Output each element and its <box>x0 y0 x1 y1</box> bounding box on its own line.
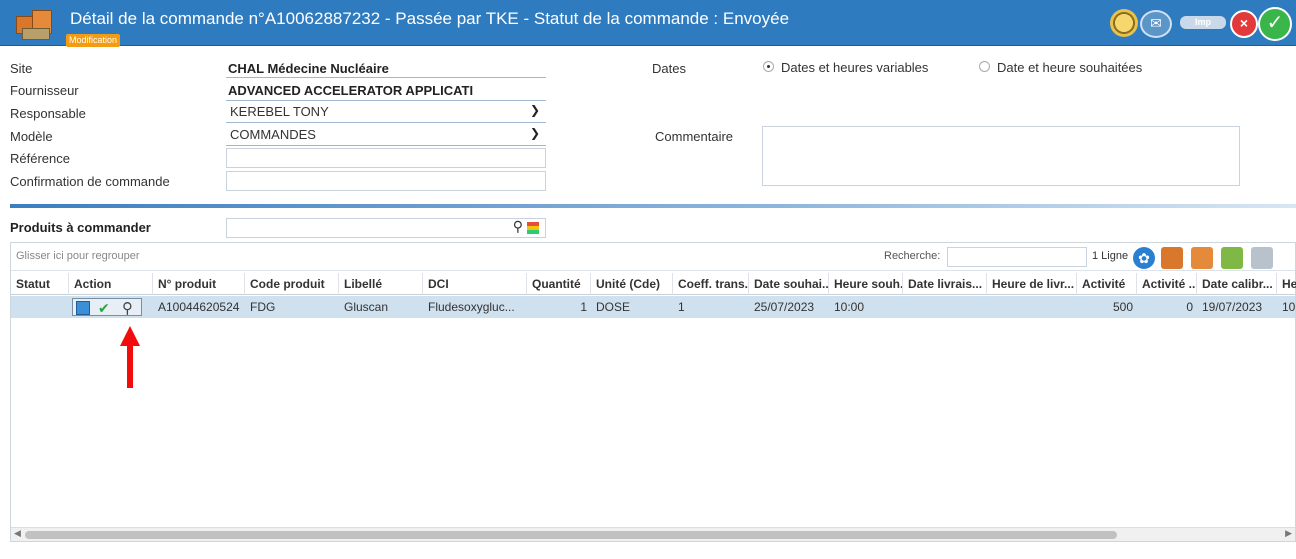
close-button[interactable]: × <box>1230 10 1258 38</box>
cell-numero: A10044620524 <box>158 300 240 314</box>
comment-textarea[interactable] <box>762 126 1240 186</box>
site-label: Site <box>10 61 33 76</box>
products-grid: Glisser ici pour regrouper Recherche: 1 … <box>10 242 1296 542</box>
reference-label: Référence <box>10 151 70 166</box>
grid-search-input[interactable] <box>947 247 1087 267</box>
grid-header: Statut Action N° produit Code produit Li… <box>11 273 1296 295</box>
table-row[interactable]: ✔ ⚲ A10044620524 FDG Gluscan Fludesoxygl… <box>11 296 1295 318</box>
col-heure-souhaitee[interactable]: Heure souh... <box>829 273 903 295</box>
award-icon[interactable] <box>1110 9 1138 37</box>
col-code[interactable]: Code produit <box>245 273 339 295</box>
col-activite-2[interactable]: Activité ... <box>1137 273 1197 295</box>
color-list-icon[interactable] <box>527 222 539 234</box>
dates-label: Dates <box>652 61 686 76</box>
cell-activite: 500 <box>1112 300 1133 314</box>
col-unite[interactable]: Unité (Cde) <box>591 273 673 295</box>
radio-variable-dates[interactable] <box>763 61 774 72</box>
cell-statut <box>11 296 69 318</box>
cell-libelle: Gluscan <box>344 300 389 314</box>
radio-fixed-date[interactable] <box>979 61 990 72</box>
cell-quantite: 1 <box>580 300 587 314</box>
section-separator <box>10 204 1296 208</box>
scrollbar-thumb[interactable] <box>25 531 1117 539</box>
reference-input[interactable] <box>226 148 546 168</box>
col-statut[interactable]: Statut <box>11 273 69 295</box>
comment-label: Commentaire <box>655 129 734 144</box>
confirmation-input[interactable] <box>226 171 546 191</box>
edit-export-icon[interactable] <box>1221 247 1243 269</box>
cell-date-souhaitee: 25/07/2023 <box>754 300 815 314</box>
supplier-underline <box>226 100 546 101</box>
grid-search-label: Recherche: <box>884 250 941 262</box>
model-select[interactable]: COMMANDES ❯ <box>226 126 546 146</box>
col-activite[interactable]: Activité <box>1077 273 1137 295</box>
col-libelle[interactable]: Libellé <box>339 273 423 295</box>
col-quantite[interactable]: Quantité <box>527 273 591 295</box>
cell-unite: DOSE <box>596 300 631 314</box>
manager-select-value: KEREBEL TONY <box>230 104 329 119</box>
supplier-label: Fournisseur <box>10 83 79 98</box>
cell-he: 10 <box>1282 300 1296 314</box>
add-product-icon[interactable] <box>1161 247 1183 269</box>
chevron-down-icon: ❯ <box>529 103 540 117</box>
trash-icon[interactable] <box>1251 247 1273 269</box>
window-title: Détail de la commande n°A10062887232 - P… <box>70 9 790 28</box>
cell-activite-2: 0 <box>1186 300 1193 314</box>
boxes-icon <box>14 6 56 42</box>
cell-code: FDG <box>250 300 276 314</box>
col-dci[interactable]: DCI <box>423 273 527 295</box>
manager-select[interactable]: KEREBEL TONY ❯ <box>226 103 546 123</box>
validate-button[interactable]: ✓ <box>1258 7 1292 41</box>
site-underline <box>226 77 546 78</box>
mail-button[interactable]: ✉ <box>1140 10 1172 38</box>
add-products-icon[interactable] <box>1191 247 1213 269</box>
col-action[interactable]: Action <box>69 273 153 295</box>
view-search-icon[interactable]: ⚲ <box>122 299 133 317</box>
confirmation-label: Confirmation de commande <box>10 174 170 189</box>
col-date-souhaitee[interactable]: Date souhai... <box>749 273 829 295</box>
cell-heure-souhaitee: 10:00 <box>834 300 865 314</box>
edit-icon[interactable] <box>76 301 90 315</box>
radio-variable-dates-label: Dates et heures variables <box>781 60 929 75</box>
scroll-right-arrow[interactable]: ▶ <box>1285 528 1292 539</box>
manager-label: Responsable <box>10 106 86 121</box>
title-bar: Modification Détail de la commande n°A10… <box>0 0 1296 47</box>
product-search-input[interactable]: ⚲ <box>226 218 546 238</box>
cell-dci: Fludesoxygluc... <box>428 300 515 314</box>
site-value: CHAL Médecine Nucléaire <box>228 61 389 76</box>
products-title: Produits à commander <box>10 220 151 235</box>
col-heure-livraison[interactable]: Heure de livr... <box>987 273 1077 295</box>
cell-date-calibr: 19/07/2023 <box>1202 300 1263 314</box>
group-hint: Glisser ici pour regrouper <box>16 250 140 262</box>
grid-toolbar: Glisser ici pour regrouper Recherche: 1 … <box>11 243 1295 271</box>
horizontal-scrollbar[interactable]: ◀ ▶ <box>11 527 1295 541</box>
col-numero[interactable]: N° produit <box>153 273 245 295</box>
cell-coeff: 1 <box>678 300 685 314</box>
row-actions: ✔ ⚲ <box>72 298 142 317</box>
red-arrow-annotation <box>120 326 140 388</box>
col-date-livraison[interactable]: Date livrais... <box>903 273 987 295</box>
model-label: Modèle <box>10 129 53 144</box>
validate-check-icon[interactable]: ✔ <box>98 300 110 317</box>
row-count: 1 Ligne <box>1092 250 1129 262</box>
supplier-value: ADVANCED ACCELERATOR APPLICATI <box>228 83 474 98</box>
print-toggle[interactable]: Imp <box>1180 16 1226 29</box>
search-icon[interactable]: ⚲ <box>513 218 523 235</box>
chevron-down-icon: ❯ <box>529 126 540 140</box>
settings-icon[interactable]: ✿ <box>1133 247 1155 269</box>
model-select-value: COMMANDES <box>230 127 316 142</box>
col-coeff[interactable]: Coeff. trans... <box>673 273 749 295</box>
radio-fixed-date-label: Date et heure souhaitées <box>997 60 1143 75</box>
scroll-left-arrow[interactable]: ◀ <box>14 528 21 539</box>
mode-badge: Modification <box>66 34 121 47</box>
col-he[interactable]: He <box>1277 273 1296 295</box>
col-date-calibr[interactable]: Date calibr... <box>1197 273 1277 295</box>
